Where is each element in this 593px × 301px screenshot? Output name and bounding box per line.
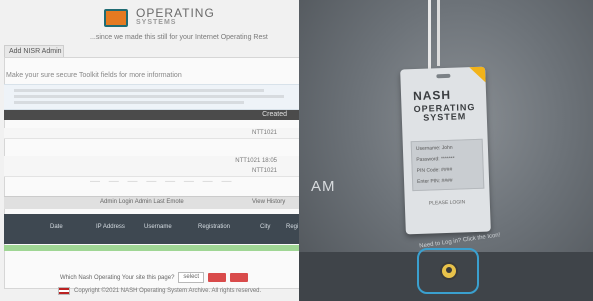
footer-select[interactable]: select: [178, 272, 205, 283]
column-date[interactable]: Date: [50, 224, 63, 230]
copyright-text: Copyright ©2021 NASH Operating System Ar…: [74, 288, 262, 294]
badge-subtitle: OPERATING SYSTEM: [413, 101, 476, 123]
badge-field-enter-pin: Enter PIN: ####: [416, 177, 453, 186]
logo-icon: [104, 9, 128, 27]
badge-title: NASH: [412, 87, 452, 104]
success-bar: [4, 245, 299, 251]
badge-corner-ribbon: [469, 66, 486, 84]
column-region[interactable]: Regi: [286, 224, 298, 230]
info-line: [14, 95, 284, 98]
info-line: [14, 89, 264, 92]
filter-left[interactable]: Admin Login Admin Last Emote: [100, 199, 184, 205]
badge-login-button[interactable]: PLEASE LOGIN: [429, 199, 466, 206]
row-value: NTT1021 18:05: [235, 158, 277, 164]
screenshot: OPERATING SYSTEMS ...since we made this …: [0, 0, 593, 301]
filter-bar: Admin Login Admin Last Emote View Histor…: [4, 196, 299, 209]
badge-field-username: Username: John: [415, 144, 453, 153]
info-bar: [4, 84, 299, 110]
view-history-button[interactable]: View History: [252, 199, 285, 205]
row-value: NTT1021: [251, 130, 277, 136]
footer-button-no[interactable]: [230, 273, 249, 282]
row-value: NTT1021: [251, 168, 277, 174]
user-icon[interactable]: [440, 262, 458, 280]
logo-title: OPERATING: [136, 6, 215, 20]
id-badge: NASH OPERATING SYSTEM Username: John Pas…: [400, 66, 491, 235]
column-city[interactable]: City: [260, 224, 270, 230]
ghost-text: — — — — — — — —: [90, 176, 235, 187]
column-registration[interactable]: Registration: [198, 224, 230, 230]
table-header-label: Created: [262, 111, 287, 118]
footer-question: Which Nash Operating Your site this page…: [60, 272, 249, 283]
lanyard-icon: [437, 0, 440, 66]
badge-hole: [436, 73, 451, 79]
column-username[interactable]: Username: [144, 224, 172, 230]
hero-panel: AM NASH OPERATING SYSTEM Username: John …: [299, 0, 593, 301]
lanyard-icon: [428, 0, 431, 70]
hero-side-text: AM: [311, 178, 336, 195]
site-logo[interactable]: OPERATING SYSTEMS: [104, 6, 215, 28]
info-note: Make your sure secure Toolkit fields for…: [6, 72, 182, 79]
logo-subtitle: SYSTEMS: [136, 19, 177, 26]
table-row[interactable]: NTT1021: [4, 128, 299, 139]
columns-header: Date IP Address Username Registration Ci…: [4, 214, 299, 244]
info-line: [14, 101, 244, 104]
website-panel: OPERATING SYSTEMS ...since we made this …: [0, 0, 299, 301]
tagline: ...since we made this still for your Int…: [90, 34, 268, 41]
flag-icon: [58, 287, 70, 295]
footer-question-text: Which Nash Operating Your site this page…: [60, 274, 175, 281]
column-ip[interactable]: IP Address: [96, 224, 125, 230]
badge-field-pin: PIN Code: ####: [416, 166, 453, 175]
badge-form: Username: John Password: ******* PIN Cod…: [410, 138, 485, 192]
table-header: Created: [4, 110, 299, 120]
footer-button-yes[interactable]: [208, 273, 227, 282]
copyright: Copyright ©2021 NASH Operating System Ar…: [58, 287, 261, 295]
badge-field-password: Password: *******: [416, 155, 455, 164]
